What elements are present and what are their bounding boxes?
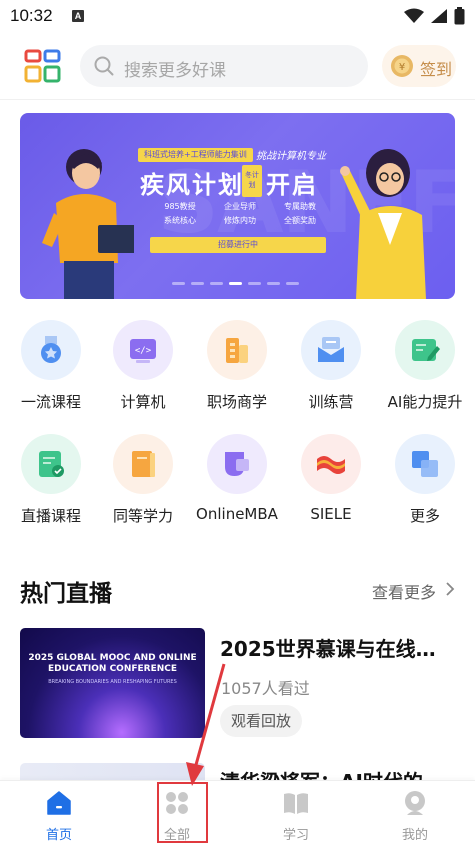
search-input[interactable]: 搜索更多好课 (80, 45, 368, 87)
coin-icon: ¥ (391, 55, 413, 77)
view-more-link[interactable]: 查看更多 (372, 579, 436, 603)
search-placeholder: 搜索更多好课 (124, 61, 226, 81)
bottom-tab-bar: 首页 全部 学习 我的 (0, 780, 475, 846)
code-icon: </> (113, 320, 173, 380)
carousel-dot[interactable] (210, 282, 223, 285)
live-thumbnail-subtitle: BREAKING BOUNDARIES AND RESHAPING FUTURE… (48, 679, 177, 685)
signal-icon (431, 9, 447, 23)
category-label: 直播课程 (20, 507, 81, 525)
annotation-arrow (186, 663, 226, 786)
home-icon (47, 791, 71, 815)
more-icon (395, 434, 455, 494)
category-label: 更多 (409, 507, 440, 525)
mba-icon (207, 434, 267, 494)
category-training-camp[interactable]: 训练营 (284, 318, 378, 418)
category-equivalent-degree[interactable]: 同等学力 (96, 432, 190, 532)
banner-mini-badge: 冬计划 (242, 165, 262, 197)
tab-label: 我的 (401, 828, 428, 843)
svg-text:</>: </> (135, 346, 152, 356)
flag-icon (301, 434, 361, 494)
category-label: 一流课程 (20, 393, 81, 411)
svg-text:¥: ¥ (399, 62, 405, 73)
carousel-dot[interactable] (172, 282, 185, 285)
signin-label: 签到 (420, 60, 453, 79)
watch-replay-button[interactable]: 观看回放 (220, 705, 302, 737)
category-more[interactable]: 更多 (378, 432, 472, 532)
live-item-title[interactable]: 清华梁将军：AI时代的 (220, 766, 423, 780)
notification-icon: A (72, 10, 84, 22)
banner-feature: 985教授 (164, 202, 196, 211)
category-live-courses[interactable]: 直播课程 (4, 432, 98, 532)
banner-illustration-right (340, 149, 426, 299)
open-book-icon (284, 793, 308, 814)
category-workplace-business[interactable]: 职场商学 (190, 318, 284, 418)
category-label: 同等学力 (112, 507, 173, 525)
banner-feature: 全额奖励 (284, 216, 316, 225)
carousel-dot[interactable] (286, 282, 299, 285)
banner-feature: 系统核心 (164, 216, 196, 225)
status-time: 10:32 (10, 6, 53, 25)
carousel-dot[interactable] (248, 282, 261, 285)
banner-features: 985教授 企业导师 专属助教 系统核心 修炼内功 全额奖励 (150, 201, 330, 226)
banner-feature: 专属助教 (284, 202, 316, 211)
carousel-dot[interactable] (267, 282, 280, 285)
category-label: 职场商学 (206, 393, 267, 411)
banner-tag: 挑战计算机专业 (256, 151, 326, 162)
category-siele[interactable]: SIELE (284, 432, 378, 532)
category-label: SIELE (310, 505, 352, 523)
category-label: AI能力提升 (387, 393, 463, 411)
search-icon (94, 56, 114, 76)
banner-cta: 招募进行中 (150, 237, 326, 253)
tab-home[interactable]: 首页 (0, 781, 118, 846)
category-label: 计算机 (120, 393, 166, 411)
annotation-highlight-box (157, 782, 208, 843)
banner-title-part1: 疾风计划 (140, 171, 244, 199)
category-label: 训练营 (308, 393, 354, 411)
carousel-dots (172, 282, 299, 285)
category-first-class-courses[interactable]: 一流课程 (4, 318, 98, 418)
live-doc-icon (21, 434, 81, 494)
carousel-dot[interactable] (191, 282, 204, 285)
wifi-icon (404, 8, 424, 23)
status-bar: 10:32 A (0, 0, 475, 34)
banner-title-part2: 开启 (266, 171, 318, 199)
carousel-dot-active[interactable] (229, 282, 242, 285)
header-divider (0, 99, 475, 100)
battery-icon (454, 7, 465, 25)
banner-feature: 修炼内功 (224, 216, 256, 225)
tab-label: 学习 (282, 828, 309, 843)
category-ai-skills[interactable]: AI能力提升 (378, 318, 472, 418)
live-thumbnail-title: 2025 GLOBAL MOOC AND ONLINE EDUCATION CO… (28, 653, 197, 674)
section-title-hot-live: 热门直播 (20, 581, 112, 607)
category-online-mba[interactable]: OnlineMBA (190, 432, 284, 532)
live-item-title[interactable]: 2025世界慕课与在线… (220, 633, 460, 662)
banner-subtitle: 科班式培养+工程师能力集训 (138, 148, 253, 162)
banner-illustration-left (42, 149, 134, 299)
live-thumbnail[interactable]: 2025 GLOBAL MOOC AND ONLINE EDUCATION CO… (20, 628, 205, 738)
category-computer[interactable]: </> 计算机 (96, 318, 190, 418)
medal-icon (21, 320, 81, 380)
status-icons (404, 6, 465, 26)
tab-learning[interactable]: 学习 (237, 781, 355, 846)
chevron-right-icon[interactable] (444, 580, 456, 598)
mail-icon (301, 320, 361, 380)
building-icon (207, 320, 267, 380)
live-item-viewers: 1057人看过 (221, 679, 310, 698)
promo-banner[interactable]: SANEF 科班式培养+工程师能力集训 挑战计算机专业 疾风计划 冬计划 开启 … (20, 113, 455, 299)
tab-label: 首页 (45, 828, 72, 843)
header: 搜索更多好课 ¥ 签到 (0, 40, 475, 96)
app-logo[interactable] (24, 48, 62, 86)
category-label: OnlineMBA (196, 505, 278, 523)
profile-icon (405, 791, 425, 815)
signin-button[interactable]: ¥ 签到 (382, 45, 456, 87)
banner-feature: 企业导师 (224, 202, 256, 211)
ai-edit-icon (395, 320, 455, 380)
tab-profile[interactable]: 我的 (356, 781, 474, 846)
book-icon (113, 434, 173, 494)
